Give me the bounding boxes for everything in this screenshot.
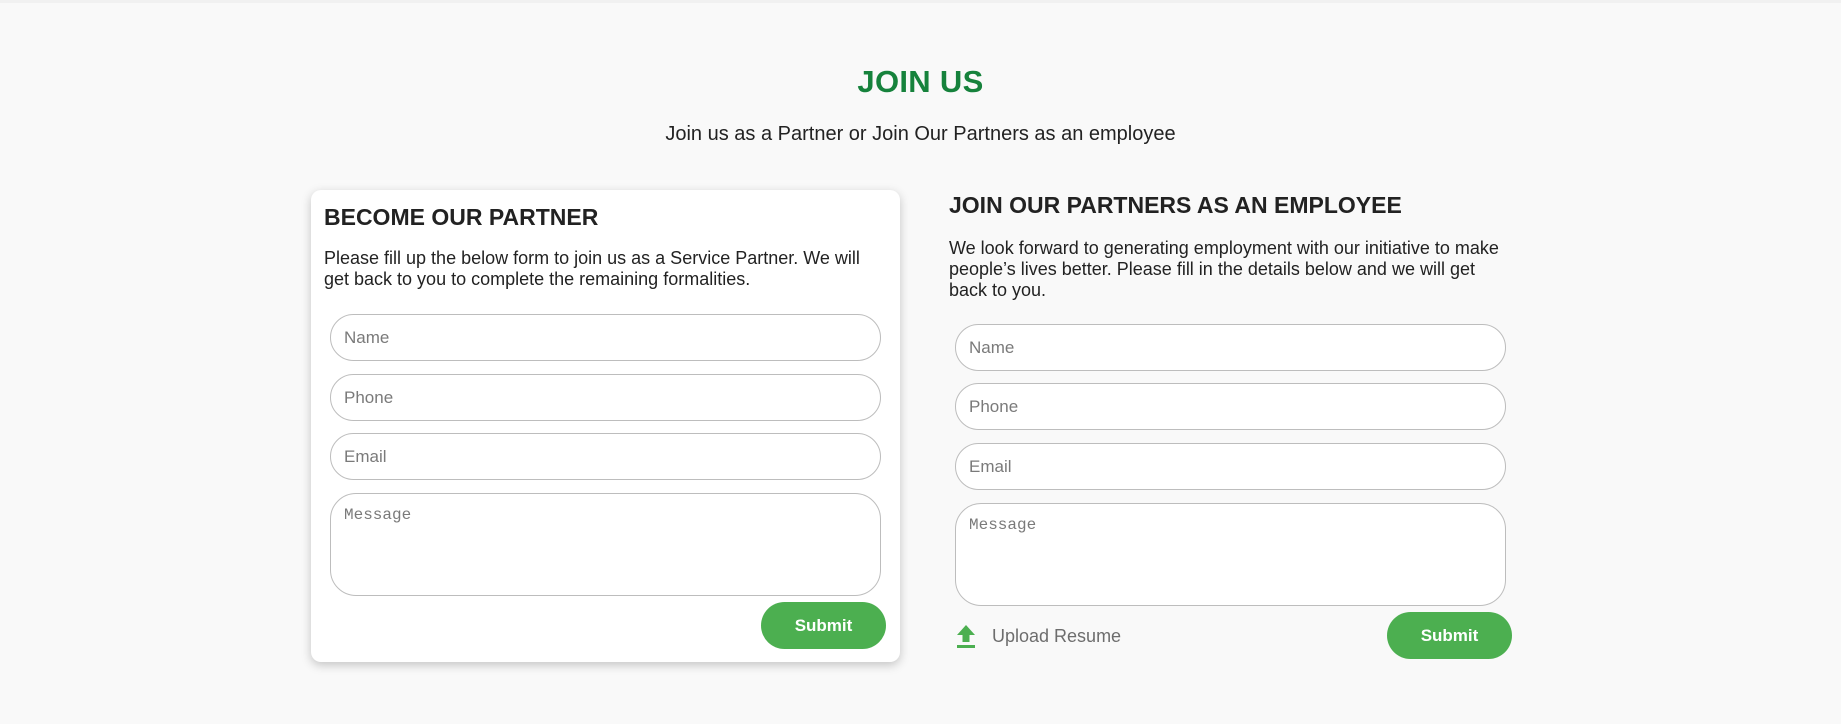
- partner-submit-button[interactable]: Submit: [761, 602, 886, 649]
- page-subtitle: Join us as a Partner or Join Our Partner…: [665, 123, 1176, 145]
- page-title: JOIN US: [857, 64, 984, 99]
- partner-message-textarea[interactable]: [330, 493, 881, 596]
- partner-form-description: Please fill up the below form to join us…: [324, 248, 860, 289]
- employee-name-input[interactable]: [955, 324, 1506, 371]
- partner-name-input[interactable]: [330, 314, 881, 361]
- partner-form-heading: BECOME OUR PARTNER: [324, 204, 599, 230]
- upload-arrow-icon: [955, 623, 977, 649]
- employee-submit-button[interactable]: Submit: [1387, 612, 1512, 659]
- employee-form-heading: JOIN OUR PARTNERS AS AN EMPLOYEE: [949, 192, 1402, 218]
- partner-email-input[interactable]: [330, 433, 881, 480]
- partner-phone-input[interactable]: [330, 374, 881, 421]
- employee-form-card: JOIN OUR PARTNERS AS AN EMPLOYEE We look…: [937, 190, 1527, 670]
- top-divider: [0, 0, 1841, 3]
- employee-phone-input[interactable]: [955, 383, 1506, 430]
- employee-email-input[interactable]: [955, 443, 1506, 490]
- join-us-page: JOIN US Join us as a Partner or Join Our…: [0, 0, 1841, 724]
- employee-message-textarea[interactable]: [955, 503, 1506, 606]
- partner-form-card: BECOME OUR PARTNER Please fill up the be…: [311, 190, 900, 662]
- upload-resume-label: Upload Resume: [992, 625, 1122, 646]
- employee-form-description: We look forward to generating employment…: [949, 238, 1499, 300]
- upload-resume-button[interactable]: Upload Resume: [955, 621, 1121, 651]
